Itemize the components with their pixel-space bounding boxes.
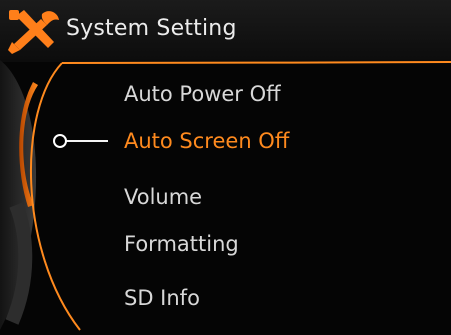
menu-item-sd-info[interactable]: SD Info [124, 286, 200, 310]
selection-indicator-dot [53, 134, 67, 148]
menu-item-formatting[interactable]: Formatting [124, 232, 239, 256]
menu-item-auto-power-off[interactable]: Auto Power Off [124, 82, 281, 106]
scroll-dial[interactable] [0, 0, 451, 335]
menu-item-auto-screen-off[interactable]: Auto Screen Off [124, 129, 289, 153]
system-setting-screen: System Setting Auto Power Off Auto Scree… [0, 0, 451, 335]
menu-item-volume[interactable]: Volume [124, 185, 202, 209]
